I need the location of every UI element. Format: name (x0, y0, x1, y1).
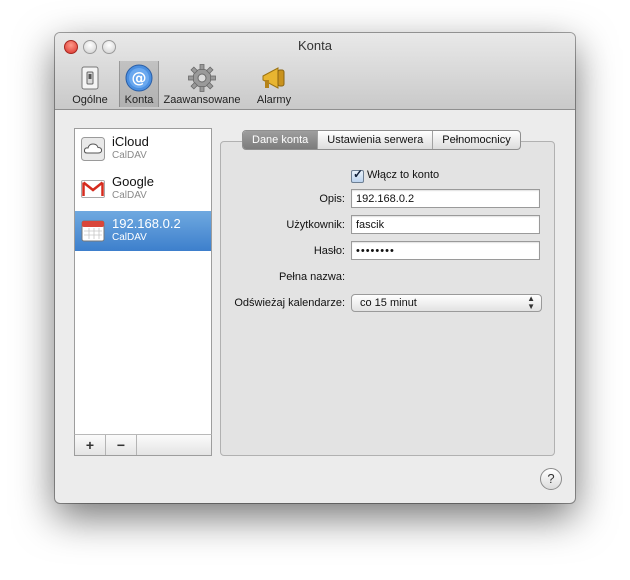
account-type: CalDAV (112, 232, 147, 243)
account-item-icloud[interactable]: iCloud CalDAV (75, 129, 211, 169)
password-field[interactable]: •••••••• (351, 241, 540, 260)
refresh-interval-value: co 15 minut (360, 297, 417, 309)
tab-delegates[interactable]: Pełnomocnicy (433, 131, 519, 149)
description-field[interactable]: 192.168.0.2 (351, 189, 540, 208)
account-name: iCloud (112, 134, 149, 149)
toolbar-advanced[interactable]: Zaawansowane (161, 61, 243, 107)
at-icon: @ (125, 64, 153, 92)
account-item-google[interactable]: Google CalDAV (75, 169, 211, 209)
gmail-icon (81, 180, 105, 198)
tab-server-settings[interactable]: Ustawienia serwera (318, 131, 434, 149)
full-name-label: Pełna nazwa: (278, 271, 345, 283)
switch-icon (81, 66, 99, 90)
accounts-list-footer: + − (74, 434, 212, 456)
username-label: Użytkownik: (286, 219, 345, 231)
calendar-icon (81, 220, 105, 242)
account-type: CalDAV (112, 190, 147, 201)
remove-account-button[interactable]: − (106, 435, 137, 455)
account-item-192-168-0-2[interactable]: 192.168.0.2 CalDAV (75, 211, 211, 251)
svg-text:@: @ (132, 69, 147, 87)
password-label: Hasło: (313, 245, 345, 257)
toolbar-alarms[interactable]: Alarmy (247, 61, 301, 107)
window-title: Konta (298, 38, 332, 53)
account-name: 192.168.0.2 (112, 216, 181, 231)
toolbar-label: Alarmy (256, 94, 292, 106)
toolbar-general[interactable]: Ogólne (61, 61, 119, 107)
toolbar: Konta Ogólne @ Konta Zaawansowane Alarmy (55, 33, 575, 110)
enable-account-label: Włącz to konto (367, 169, 440, 181)
gear-icon (188, 64, 216, 92)
toolbar-label: Ogólne (72, 94, 108, 106)
account-name: Google (112, 174, 154, 189)
toolbar-label: Konta (124, 94, 154, 106)
accounts-list: iCloud CalDAV Google CalDAV 192.168.0.2 (74, 128, 212, 456)
toolbar-label: Zaawansowane (163, 94, 241, 106)
add-account-button[interactable]: + (75, 435, 106, 455)
account-type: CalDAV (112, 150, 147, 161)
refresh-calendars-label: Odświeżaj kalendarze: (234, 297, 345, 309)
tab-account-info[interactable]: Dane konta (243, 131, 319, 149)
enable-account-checkbox[interactable]: ✓ (351, 167, 364, 183)
megaphone-icon (262, 67, 285, 89)
checkmark-icon: ✓ (353, 167, 364, 181)
toolbar-accounts[interactable]: @ Konta (119, 61, 159, 107)
updown-arrows-icon: ▲ ▼ (527, 294, 535, 311)
cloud-icon (81, 137, 105, 161)
description-label: Opis: (319, 193, 345, 205)
help-button[interactable]: ? (540, 468, 562, 490)
username-field[interactable]: fascik (351, 215, 540, 234)
preferences-window: Konta Ogólne @ Konta Zaawansowane Alarmy… (55, 33, 575, 503)
tab-bar: Dane konta Ustawienia serwera Pełnomocni… (242, 130, 521, 150)
refresh-interval-select[interactable]: co 15 minut ▲ ▼ (351, 294, 542, 312)
